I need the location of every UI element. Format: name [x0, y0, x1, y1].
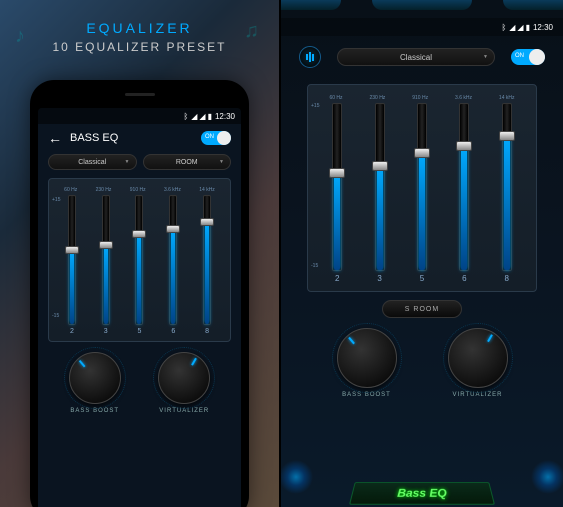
slider-value: 3: [377, 274, 381, 283]
eq-slider[interactable]: 2: [327, 103, 347, 283]
eq-slider[interactable]: 3: [96, 195, 116, 335]
slider-value: 8: [505, 274, 509, 283]
slider-thumb[interactable]: [414, 148, 430, 158]
freq-labels: 60 Hz 230 Hz 910 Hz 3.6 kHz 14 kHz: [55, 187, 224, 193]
preset-dropdown[interactable]: Classical: [48, 154, 137, 170]
eq-icon[interactable]: [299, 46, 321, 68]
bass-boost-knob[interactable]: BASS BOOST: [69, 352, 121, 414]
slider-thumb[interactable]: [329, 168, 345, 178]
slider-value: 5: [420, 274, 424, 283]
eq-slider[interactable]: 6: [454, 103, 474, 283]
slider-thumb[interactable]: [200, 218, 214, 226]
music-note-icon: ♪: [15, 25, 25, 48]
signal-icon: ◢: [199, 112, 204, 121]
slider-value: 2: [70, 328, 74, 335]
back-arrow-icon[interactable]: ←: [48, 130, 62, 146]
slider-value: 3: [104, 328, 108, 335]
battery-icon: ▮: [208, 112, 212, 121]
signal-icon: ◢: [191, 112, 196, 121]
phone-speaker: [125, 93, 155, 96]
toggle-knob: [217, 131, 231, 145]
signal-icon: ◢: [509, 23, 514, 32]
status-bar: ᛒ ◢ ◢ ▮ 12:30: [38, 108, 241, 124]
virtualizer-knob[interactable]: VIRTUALIZER: [158, 352, 210, 414]
panel-subtitle: 10 EQUALIZER PRESET: [0, 40, 279, 54]
bluetooth-icon: ᛒ: [183, 112, 188, 121]
music-note-icon: ♫: [244, 20, 259, 43]
slider-value: 8: [205, 328, 209, 335]
slider-thumb[interactable]: [99, 241, 113, 249]
bass-boost-knob[interactable]: BASS BOOST: [337, 328, 397, 398]
virtualizer-knob[interactable]: VIRTUALIZER: [448, 328, 508, 398]
eq-panel: 60 Hz 230 Hz 910 Hz 3.6 kHz 14 kHz +15 -…: [307, 84, 537, 292]
bottom-frame-deco: Bass EQ: [281, 447, 563, 507]
signal-icon: ◢: [517, 23, 522, 32]
phone-mockup: ᛒ ◢ ◢ ▮ 12:30 ← BASS EQ ON Classical ROO…: [30, 80, 249, 507]
app-header: Classical ON: [281, 38, 563, 76]
slider-value: 2: [335, 274, 339, 283]
slider-thumb[interactable]: [132, 230, 146, 238]
slider-thumb[interactable]: [65, 246, 79, 254]
slider-thumb[interactable]: [166, 225, 180, 233]
knobs-row: BASS BOOST VIRTUALIZER: [281, 328, 563, 398]
slider-value: 6: [462, 274, 466, 283]
eq-slider[interactable]: 3: [370, 103, 390, 283]
eq-sliders: 2 3 5 6 8: [316, 103, 528, 283]
power-toggle[interactable]: ON: [511, 49, 545, 65]
battery-icon: ▮: [526, 23, 530, 32]
status-time: 12:30: [533, 23, 553, 32]
top-frame-deco: [281, 0, 563, 18]
app-name-banner: Bass EQ: [349, 482, 495, 505]
glow-lamp-icon: [528, 457, 563, 497]
status-bar: ᛒ ◢ ◢ ▮ 12:30: [281, 18, 563, 36]
dropdown-row: Classical ROOM: [38, 154, 241, 170]
freq-labels: 60 Hz 230 Hz 910 Hz 3.6 kHz 14 kHz: [316, 95, 528, 101]
phone-screen: ᛒ ◢ ◢ ▮ 12:30 ← BASS EQ ON Classical ROO…: [38, 108, 241, 507]
slider-thumb[interactable]: [499, 131, 515, 141]
sroom-button[interactable]: S ROOM: [382, 300, 462, 318]
promo-panel-left: ♪ ♫ EQUALIZER 10 EQUALIZER PRESET ᛒ ◢ ◢ …: [0, 0, 279, 507]
power-toggle[interactable]: ON: [201, 131, 231, 145]
eq-sliders: 2 3 5 6 8: [55, 195, 224, 335]
slider-value: 5: [138, 328, 142, 335]
eq-panel: 60 Hz 230 Hz 910 Hz 3.6 kHz 14 kHz +15 -…: [48, 178, 231, 342]
knobs-row: BASS BOOST VIRTUALIZER: [38, 352, 241, 414]
eq-slider[interactable]: 8: [497, 103, 517, 283]
promo-panel-right: ᛒ ◢ ◢ ▮ 12:30 Classical ON 60 Hz 230 Hz …: [281, 0, 563, 507]
eq-slider[interactable]: 5: [412, 103, 432, 283]
app-header: ← BASS EQ ON: [38, 124, 241, 152]
panel-title: EQUALIZER: [0, 0, 279, 36]
slider-thumb[interactable]: [372, 161, 388, 171]
preset-dropdown[interactable]: Classical: [337, 48, 495, 66]
slider-thumb[interactable]: [456, 141, 472, 151]
glow-lamp-icon: [281, 457, 316, 497]
eq-slider[interactable]: 2: [62, 195, 82, 335]
eq-slider[interactable]: 8: [197, 195, 217, 335]
room-dropdown[interactable]: ROOM: [143, 154, 232, 170]
eq-slider[interactable]: 6: [163, 195, 183, 335]
header-title: BASS EQ: [70, 132, 193, 144]
bluetooth-icon: ᛒ: [501, 23, 506, 32]
slider-value: 6: [171, 328, 175, 335]
status-time: 12:30: [215, 112, 235, 121]
toggle-knob: [529, 49, 545, 65]
eq-slider[interactable]: 5: [129, 195, 149, 335]
